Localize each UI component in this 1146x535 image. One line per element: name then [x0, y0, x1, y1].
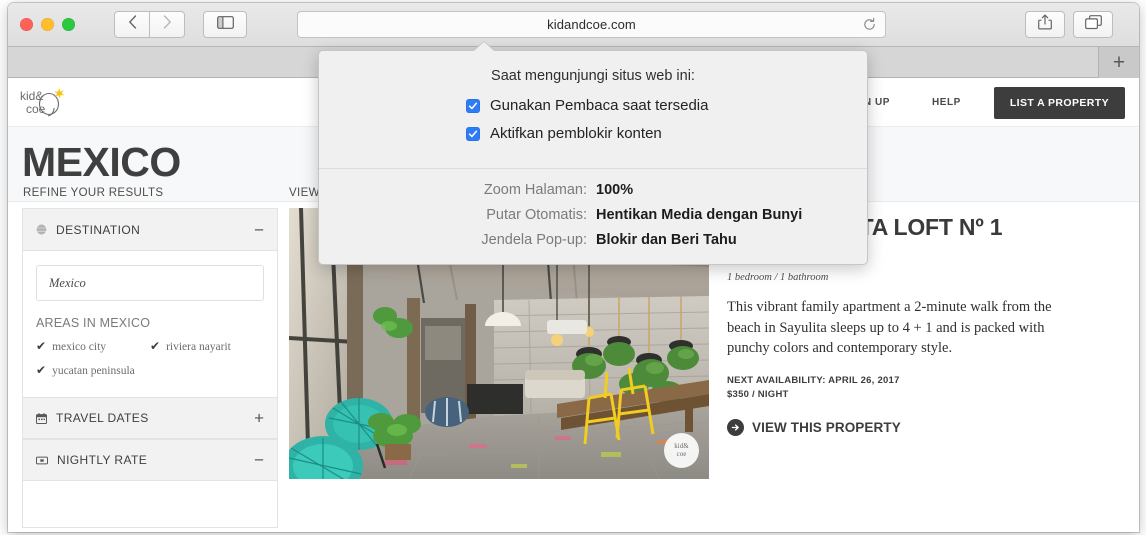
setting-label: Zoom Halaman:: [483, 182, 587, 198]
close-window-button[interactable]: [20, 18, 33, 31]
view-this-property-link[interactable]: VIEW THIS PROPERTY: [727, 418, 1125, 436]
listing-rooms: 1 bedroom / 1 bathroom: [727, 272, 829, 283]
tab-overview-button[interactable]: [1073, 11, 1113, 38]
popover-heading: Saat mengunjungi situs web ini:: [491, 68, 695, 84]
check-icon: ✔: [36, 363, 47, 377]
new-tab-button[interactable]: +: [1098, 47, 1139, 78]
checkbox-label: Aktifkan pemblokir konten: [490, 125, 662, 142]
popover-settings-group: Zoom Halaman: 100% Putar Otomatis: Henti…: [319, 169, 867, 264]
area-label: riviera nayarit: [166, 340, 231, 353]
check-icon: ✔: [36, 339, 47, 353]
money-icon: [36, 455, 48, 466]
calendar-icon: [36, 412, 47, 424]
filter-body-nightly-rate: [23, 481, 277, 527]
arrow-right-icon: [727, 418, 744, 436]
badge-line-2: coe: [676, 449, 687, 458]
website-settings-popover: Saat mengunjungi situs web ini: Gunakan …: [318, 50, 868, 265]
sidebar-icon: [216, 15, 234, 34]
browser-toolbar: kidandcoe.com: [8, 3, 1139, 47]
kidandcoe-logo[interactable]: kid& coe: [18, 86, 70, 120]
setting-label: Jendela Pop-up:: [481, 232, 587, 248]
filter-toggle-travel-dates[interactable]: +: [254, 410, 264, 427]
chevron-right-icon: [163, 15, 172, 34]
area-label: mexico city: [52, 340, 107, 353]
listing-description: This vibrant family apartment a 2-minute…: [727, 299, 1052, 357]
setting-row-auto-play[interactable]: Putar Otomatis: Hentikan Media dengan Bu…: [319, 207, 867, 223]
filter-label-travel-dates: TRAVEL DATES: [56, 411, 149, 425]
sidebar-toggle-button[interactable]: [203, 11, 247, 38]
forward-button[interactable]: [149, 11, 185, 38]
area-checkbox-riviera-nayarit[interactable]: ✔ riviera nayarit: [150, 339, 264, 354]
filter-header-destination[interactable]: DESTINATION −: [23, 209, 277, 251]
listing-availability: NEXT AVAILABILITY: APRIL 26, 2017: [727, 374, 900, 386]
setting-value[interactable]: 100%: [596, 182, 633, 198]
url-text: kidandcoe.com: [547, 17, 636, 32]
area-label: yucatan peninsula: [52, 364, 135, 377]
filter-section-nightly-rate: NIGHTLY RATE −: [23, 439, 277, 527]
area-checkbox-mexico-city[interactable]: ✔ mexico city: [36, 339, 150, 354]
filter-label-nightly-rate: NIGHTLY RATE: [57, 453, 148, 467]
window-controls: [20, 18, 75, 31]
tab-overview-icon: [1084, 14, 1102, 35]
filter-body-destination: AREAS IN MEXICO ✔ mexico city ✔ riviera …: [23, 251, 277, 397]
destination-input[interactable]: [36, 265, 264, 301]
setting-value[interactable]: Blokir dan Beri Tahu: [596, 232, 737, 248]
svg-text:coe: coe: [26, 102, 46, 116]
filter-toggle-destination[interactable]: −: [254, 221, 264, 238]
listing-price: $350 / NIGHT: [727, 388, 789, 400]
nav-item-help[interactable]: HELP: [911, 97, 982, 108]
filter-section-travel-dates: TRAVEL DATES +: [23, 397, 277, 439]
filter-header-travel-dates[interactable]: TRAVEL DATES +: [23, 397, 277, 439]
site-navigation: SIGN UP HELP LIST A PROPERTY: [824, 78, 1125, 127]
setting-label: Putar Otomatis:: [486, 207, 587, 223]
checkbox-label: Gunakan Pembaca saat tersedia: [490, 97, 709, 114]
photo-watermark-badge: kid& coe: [664, 433, 699, 468]
share-icon: [1038, 14, 1052, 35]
view-property-label: VIEW THIS PROPERTY: [752, 419, 901, 435]
checkbox-row-content-blocker[interactable]: Aktifkan pemblokir konten: [466, 125, 867, 142]
globe-icon: [36, 224, 47, 235]
checkbox-checked-icon[interactable]: [466, 126, 480, 141]
popover-checkbox-group: Gunakan Pembaca saat tersedia Aktifkan p…: [319, 90, 867, 168]
zoom-window-button[interactable]: [62, 18, 75, 31]
chevron-left-icon: [128, 15, 137, 34]
areas-label: AREAS IN MEXICO: [36, 316, 151, 330]
checkbox-checked-icon[interactable]: [466, 98, 480, 113]
back-button[interactable]: [114, 11, 150, 38]
filter-toggle-nightly-rate[interactable]: −: [254, 452, 264, 469]
refine-results-label: REFINE YOUR RESULTS: [23, 187, 164, 199]
minimize-window-button[interactable]: [41, 18, 54, 31]
setting-value[interactable]: Hentikan Media dengan Bunyi: [596, 207, 802, 223]
setting-row-pop-up-windows[interactable]: Jendela Pop-up: Blokir dan Beri Tahu: [319, 232, 867, 248]
filter-section-destination: DESTINATION − AREAS IN MEXICO ✔ mexico c…: [23, 209, 277, 397]
page-title: MEXICO: [22, 139, 181, 185]
list-a-property-button[interactable]: LIST A PROPERTY: [993, 86, 1125, 119]
area-checkbox-yucatan-peninsula[interactable]: ✔ yucatan peninsula: [36, 363, 150, 378]
filter-header-nightly-rate[interactable]: NIGHTLY RATE −: [23, 439, 277, 481]
address-bar[interactable]: kidandcoe.com: [297, 11, 886, 38]
popover-arrow: [474, 42, 494, 51]
share-button[interactable]: [1025, 11, 1065, 38]
setting-row-page-zoom[interactable]: Zoom Halaman: 100%: [319, 182, 867, 198]
checkbox-row-use-reader[interactable]: Gunakan Pembaca saat tersedia: [466, 97, 867, 114]
browser-window: kidandcoe.com + kid& coe UP HELP LIST A …: [8, 3, 1139, 532]
filters-panel: DESTINATION − AREAS IN MEXICO ✔ mexico c…: [22, 208, 278, 528]
reload-icon[interactable]: [862, 17, 877, 37]
check-icon: ✔: [150, 339, 161, 353]
filter-label-destination: DESTINATION: [56, 222, 141, 237]
areas-checkbox-list: ✔ mexico city ✔ riviera nayarit ✔ yucata…: [36, 339, 264, 387]
